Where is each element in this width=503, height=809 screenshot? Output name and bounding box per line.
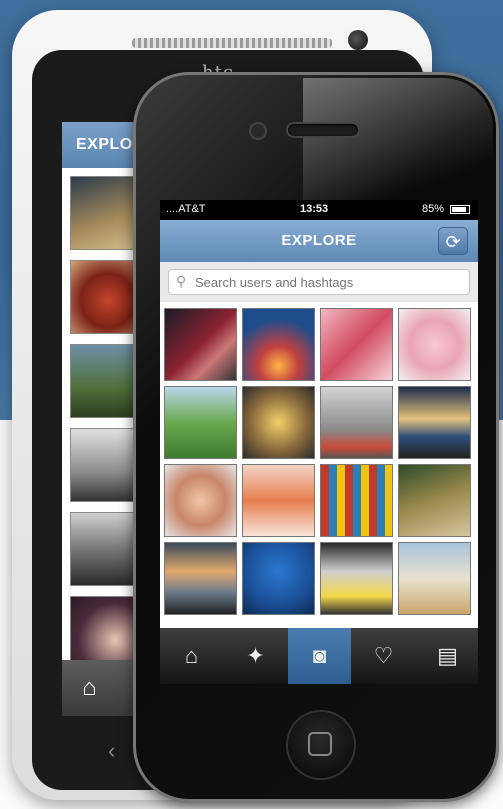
tab-bar: ⌂ ✦ ◙ ♡ ▤ [160,628,478,684]
tab-profile[interactable]: ▤ [416,628,478,684]
home-button-square-icon [308,732,332,756]
photo-thumb[interactable] [164,464,237,537]
search-bar: ⚲ [160,262,478,302]
photo-thumb[interactable] [242,308,315,381]
photo-thumb[interactable] [242,542,315,615]
refresh-icon: ⟳ [445,232,461,252]
battery-icon [450,205,470,214]
tab-home[interactable]: ⌂ [160,628,223,684]
photo-thumb[interactable] [164,542,237,615]
photo-thumb[interactable] [242,386,315,459]
compass-icon: ✦ [246,643,265,668]
photo-thumb[interactable] [398,386,471,459]
battery-percent: 85% [422,203,445,215]
iphone: ....AT&T 13:53 85% EXPLORE ⟳ ⚲ Search us… [133,72,499,802]
iphone-front-camera [251,124,265,138]
status-bar: ....AT&T 13:53 85% [160,200,478,220]
photo-grid [164,308,474,628]
photo-thumb[interactable] [320,386,393,459]
photo-thumb[interactable] [164,308,237,381]
photo-thumb[interactable] [398,308,471,381]
iphone-screen: ....AT&T 13:53 85% EXPLORE ⟳ ⚲ Search us… [160,200,478,684]
htc-speaker-grille [132,38,332,48]
photo-thumb[interactable] [398,542,471,615]
search-box[interactable]: ⚲ [168,269,470,295]
back-arrow-icon[interactable]: ‹ [108,738,115,764]
clock: 13:53 [300,203,329,215]
photo-thumb[interactable] [164,386,237,459]
profile-card-icon: ▤ [437,643,458,668]
home-icon[interactable]: ⌂ [82,674,97,702]
refresh-button[interactable]: ⟳ [438,227,468,255]
carrier-label: ....AT&T [166,203,206,215]
camera-icon: ◙ [312,643,327,668]
page-title: EXPLORE [281,232,357,249]
speech-bubble-heart-icon: ♡ [373,643,394,668]
photo-thumb[interactable] [242,464,315,537]
photo-thumb[interactable] [320,464,393,537]
search-icon: ⚲ [176,273,187,289]
home-icon: ⌂ [184,643,199,668]
tab-explore[interactable]: ✦ [224,628,287,684]
search-input[interactable] [195,273,465,291]
tab-camera[interactable]: ◙ [288,628,351,684]
photo-thumb[interactable] [398,464,471,537]
photo-thumb[interactable] [320,308,393,381]
nav-bar: EXPLORE ⟳ [160,220,478,263]
htc-front-camera [348,30,368,50]
iphone-home-button[interactable] [288,712,354,778]
iphone-earpiece [288,124,358,136]
tab-news[interactable]: ♡ [352,628,415,684]
photo-thumb[interactable] [320,542,393,615]
